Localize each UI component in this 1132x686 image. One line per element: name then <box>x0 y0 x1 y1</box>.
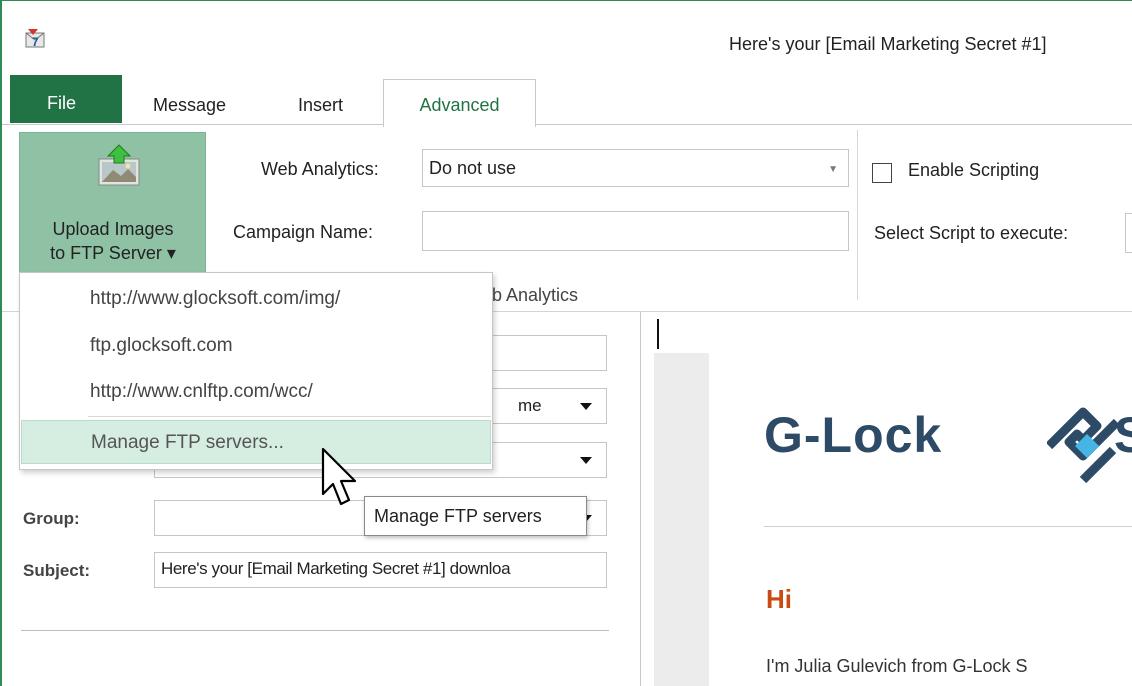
enable-scripting-checkbox[interactable] <box>872 163 892 183</box>
mouse-cursor-icon <box>321 447 357 506</box>
upload-label-line2: to FTP Server ▾ <box>50 243 176 263</box>
body-text: I'm Julia Gulevich from G-Lock S <box>766 656 1028 676</box>
upload-images-label: Upload Images to FTP Server ▾ <box>20 217 206 265</box>
select-script-label: Select Script to execute: <box>874 223 1069 243</box>
web-analytics-label: Web Analytics: <box>261 159 379 179</box>
select-script-dropdown[interactable] <box>1125 213 1132 253</box>
editor-horizontal-rule <box>764 526 1132 527</box>
svg-text:7: 7 <box>32 35 39 49</box>
upload-images-button[interactable]: Upload Images to FTP Server ▾ <box>19 132 206 278</box>
enable-scripting-label: Enable Scripting <box>908 160 1040 180</box>
menu-item-manage-ftp-servers[interactable]: Manage FTP servers... <box>21 420 491 464</box>
ribbon-tabs: File Message Insert Advanced <box>2 75 1132 127</box>
menu-separator <box>88 416 491 417</box>
menu-item-ftp-server-2[interactable]: ftp.glocksoft.com <box>21 324 491 368</box>
app-icon[interactable]: 7 <box>24 27 46 49</box>
app-window: 7 Here's your [Email Marketing Secret #1… <box>0 0 1132 686</box>
subject-input[interactable]: Here's your [Email Marketing Secret #1] … <box>154 552 607 588</box>
ribbon-divider <box>857 130 858 300</box>
upload-images-icon <box>98 144 140 186</box>
tab-insert[interactable]: Insert <box>298 95 343 116</box>
upload-label-line1: Upload Images <box>52 219 174 239</box>
editor-gutter <box>654 353 709 686</box>
panel-splitter[interactable] <box>640 312 641 686</box>
subject-label: Subject: <box>23 561 91 580</box>
text-caret <box>657 319 659 349</box>
web-analytics-value: Do not use <box>429 158 517 178</box>
form-divider <box>21 630 609 631</box>
tooltip: Manage FTP servers <box>364 496 587 536</box>
tab-advanced[interactable]: Advanced <box>383 79 536 127</box>
menu-item-ftp-server-3[interactable]: http://www.cnlftp.com/wcc/ <box>21 370 491 414</box>
chevron-down-icon <box>580 457 592 464</box>
g-lock-logo-text: G-Lock <box>764 407 943 463</box>
greeting-heading: Hi <box>766 584 792 614</box>
sender-dropdown-value: me <box>518 396 542 415</box>
chevron-down-icon: ▼ <box>828 164 838 175</box>
ribbon-group-caption: b Analytics <box>492 285 579 305</box>
message-editor[interactable] <box>642 312 1132 686</box>
campaign-name-label: Campaign Name: <box>233 222 374 242</box>
subject-value: Here's your [Email Marketing Secret #1] … <box>161 559 511 578</box>
chevron-down-icon <box>580 403 592 410</box>
campaign-name-input[interactable] <box>422 211 849 251</box>
group-label: Group: <box>23 509 80 528</box>
window-title: Here's your [Email Marketing Secret #1] <box>729 34 1047 54</box>
menu-item-ftp-server-1[interactable]: http://www.glocksoft.com/img/ <box>21 277 491 321</box>
tab-message[interactable]: Message <box>153 95 226 116</box>
tab-file[interactable]: File <box>10 75 122 123</box>
web-analytics-select[interactable]: Do not use ▼ <box>422 149 849 187</box>
ftp-server-menu: http://www.glocksoft.com/img/ ftp.glocks… <box>19 272 493 470</box>
title-bar: 7 Here's your [Email Marketing Secret #1… <box>2 1 1132 73</box>
g-lock-logo-s: S <box>1114 406 1132 464</box>
